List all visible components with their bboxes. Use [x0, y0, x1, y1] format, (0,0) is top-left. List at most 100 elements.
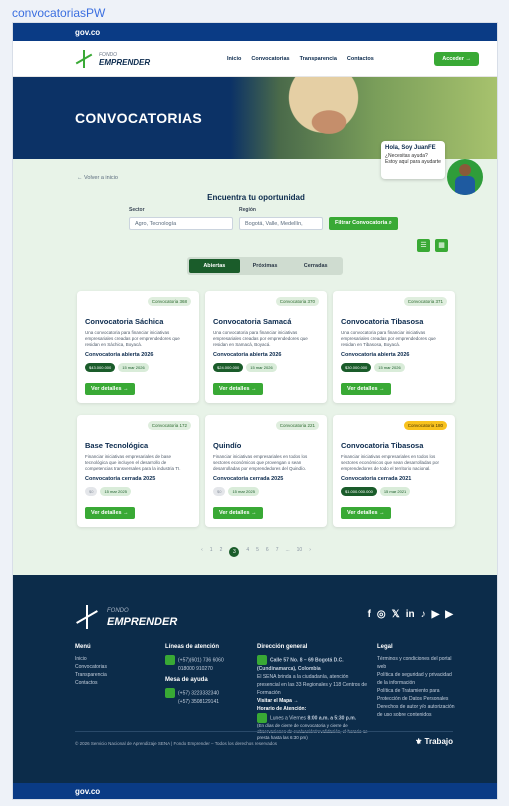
card-status: Convocatoria cerrada 2021 [341, 476, 412, 482]
ver-detalles-button[interactable]: Ver detalles → [85, 383, 135, 395]
page-next[interactable]: › [309, 547, 311, 557]
sena-logo-icon [75, 49, 93, 68]
card-desc: Financiar iniciativas empresariales de b… [85, 454, 181, 471]
convocatoria-card: Convocatoria 370 Convocatoria Samacá Una… [205, 291, 327, 403]
ver-detalles-button[interactable]: Ver detalles → [341, 507, 391, 519]
card-badge: Convocatoria 180 [403, 421, 447, 430]
card-status: Convocatoria abierta 2026 [213, 352, 282, 358]
convocatoria-card: Convocatoria 172 Base Tecnológica Financ… [77, 415, 199, 527]
back-link[interactable]: ← Volver a inicio [77, 175, 118, 181]
page-item[interactable]: 4 [246, 547, 249, 557]
page-ellipsis: ... [285, 547, 290, 553]
navbar: FONDO EMPRENDER Inicio Convocatorias Tran… [13, 41, 497, 77]
card-amount: $30.000.000 [341, 363, 372, 372]
sector-label: Sector [129, 207, 145, 213]
copyright: © 2026 Servicio Nacional de Aprendizaje … [75, 741, 278, 746]
card-badge: Convocatoria 172 [147, 421, 191, 430]
card-desc: Una convocatoria para financiar iniciati… [85, 330, 180, 347]
convocatoria-card: Convocatoria 180 Convocatoria Tibasosa F… [333, 415, 455, 527]
page-item[interactable]: 5 [256, 547, 259, 557]
card-status: Convocatoria cerrada 2025 [85, 476, 156, 482]
sector-input[interactable]: Agro, Tecnología [129, 217, 233, 230]
footer-menu: Menú Inicio Convocatorias Transparencia … [75, 643, 155, 687]
facebook-icon[interactable]: f [368, 609, 371, 620]
tab-cerradas[interactable]: Cerradas [290, 259, 341, 273]
card-status: Convocatoria abierta 2026 [85, 352, 154, 358]
region-label: Región [239, 207, 256, 213]
tab-abiertas[interactable]: Abiertas [189, 259, 240, 273]
page-item-current[interactable]: 3 [229, 547, 240, 557]
convocatoria-card: Convocatoria 221 Quindío Financiar inici… [205, 415, 327, 527]
card-desc: Una convocatoria para financiar iniciati… [341, 330, 436, 347]
legal-link[interactable]: Términos y condiciones del portal web [377, 655, 455, 671]
footer-direccion: Dirección general Calle 57 No. 8 – 69 Bo… [257, 643, 369, 741]
page-item[interactable]: 7 [276, 547, 279, 557]
page-item[interactable]: 2 [220, 547, 223, 557]
whatsapp-icon [165, 688, 175, 698]
grid-view-icon[interactable]: ▦ [435, 239, 448, 252]
convocatoria-card: Convocatoria 371 Convocatoria Tibasosa U… [333, 291, 455, 403]
assistant-bubble[interactable]: Hola, Soy JuanFE ¿Necesitas ayuda? Estoy… [381, 141, 445, 179]
ver-detalles-button[interactable]: Ver detalles → [213, 507, 263, 519]
ver-detalles-button[interactable]: Ver detalles → [341, 383, 391, 395]
card-desc: Financiar iniciativas empresariales en t… [213, 454, 308, 471]
tiktok-icon[interactable]: ♪ [421, 609, 426, 620]
list-view-icon[interactable]: ☰ [417, 239, 430, 252]
nav-links: Inicio Convocatorias Transparencia Conta… [227, 56, 374, 62]
card-status: Convocatoria abierta 2026 [341, 352, 410, 358]
card-desc: Una convocatoria para financiar iniciati… [213, 330, 308, 347]
ver-detalles-button[interactable]: Ver detalles → [85, 507, 135, 519]
footer-logo: FONDO EMPRENDER [75, 605, 177, 629]
nav-item-inicio[interactable]: Inicio [227, 56, 241, 62]
footer-lines: Líneas de atención (+57)(601) 736 6060 0… [165, 644, 224, 705]
page-item[interactable]: 1 [210, 547, 213, 557]
nav-item-contactos[interactable]: Contactos [347, 56, 374, 62]
footer-link[interactable]: Convocatorias [75, 663, 155, 671]
card-title: Convocatoria Sáchica [85, 317, 164, 326]
legal-link[interactable]: Política de seguridad y privacidad de la… [377, 671, 455, 687]
x-icon[interactable]: 𝕏 [392, 609, 400, 620]
card-badge: Convocatoria 371 [403, 297, 447, 306]
legal-link[interactable]: Derechos de autor y/o autorización de us… [377, 703, 455, 719]
card-desc: Financiar iniciativas empresariales en t… [341, 454, 440, 471]
footer-link[interactable]: Contactos [75, 679, 155, 687]
assistant-avatar[interactable] [447, 159, 483, 195]
gov-bar[interactable]: gov.co [13, 23, 497, 41]
page-item[interactable]: 10 [297, 547, 303, 557]
ver-detalles-button[interactable]: Ver detalles → [213, 383, 263, 395]
page-frame: gov.co FONDO EMPRENDER Inicio Convocatori… [12, 22, 498, 800]
video-icon[interactable]: ▶ [445, 609, 453, 620]
map-link[interactable]: Visitar el Mapa → [257, 697, 369, 705]
brand-logo[interactable]: FONDO EMPRENDER [75, 49, 215, 68]
linkedin-icon[interactable]: in [406, 609, 415, 620]
card-badge: Convocatoria 370 [275, 297, 319, 306]
footer-divider [75, 731, 453, 732]
main-content: ← Volver a inicio Encuentra tu oportunid… [13, 159, 497, 575]
legal-link[interactable]: Política de Tratamiento para Protección … [377, 687, 455, 703]
card-amount: $0 [85, 487, 98, 496]
card-date: 15 mar 2026 [246, 363, 277, 372]
footer-link[interactable]: Transparencia [75, 671, 155, 679]
nav-item-transparencia[interactable]: Transparencia [300, 56, 337, 62]
gov-bar-bottom[interactable]: gov.co [13, 783, 497, 799]
convocatoria-card: Convocatoria 368 Convocatoria Sáchica Un… [77, 291, 199, 403]
nav-item-convocatorias[interactable]: Convocatorias [251, 56, 289, 62]
finder-title: Encuentra tu oportunidad [207, 193, 305, 202]
card-title: Convocatoria Tibasosa [341, 317, 424, 326]
calendar-icon [257, 713, 267, 723]
card-amount: $24.000.000 [213, 363, 244, 372]
instagram-icon[interactable]: ◎ [377, 609, 386, 620]
footer-link[interactable]: Inicio [75, 655, 155, 663]
tab-proximas[interactable]: Próximas [240, 259, 291, 273]
sena-logo-icon [75, 605, 99, 629]
hero-image [263, 77, 373, 159]
page-item[interactable]: 6 [266, 547, 269, 557]
card-badge: Convocatoria 221 [275, 421, 319, 430]
region-input[interactable]: Bogotá, Valle, Medellín, [239, 217, 323, 230]
card-badge: Convocatoria 368 [147, 297, 191, 306]
acceder-button[interactable]: Acceder → [434, 51, 479, 66]
page-prev[interactable]: ‹ [201, 547, 203, 557]
youtube-icon[interactable]: ▶ [432, 609, 440, 620]
card-title: Quindío [213, 441, 242, 450]
filter-button[interactable]: Filtrar Convocatoria ⌕ [329, 217, 398, 230]
